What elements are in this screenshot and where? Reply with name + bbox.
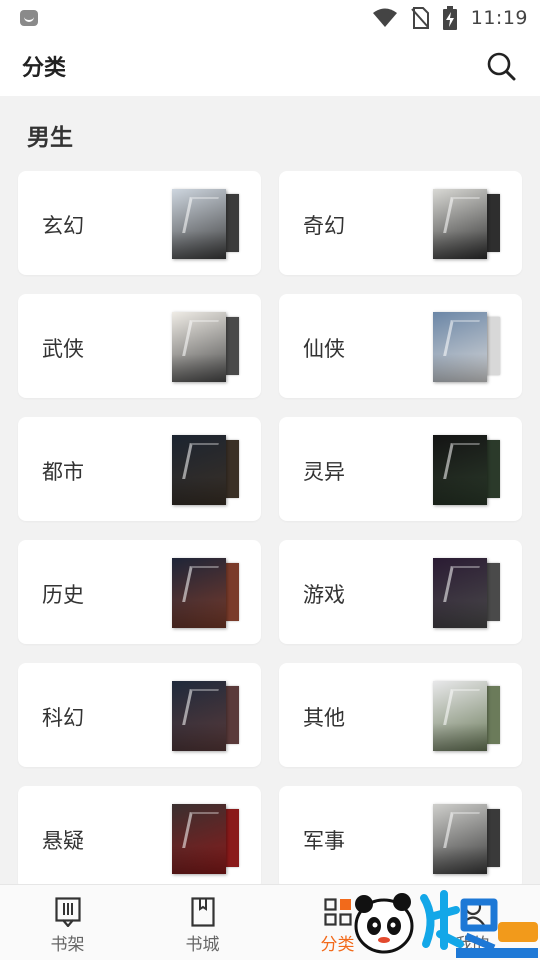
book-cover-stack [172, 681, 242, 753]
category-label: 军事 [303, 829, 345, 853]
category-label: 奇幻 [303, 214, 345, 238]
book-cover-stack [172, 804, 242, 876]
category-label: 历史 [42, 583, 84, 607]
book-cover-stack [172, 312, 242, 384]
book-cover-front [433, 804, 487, 874]
bookshelf-icon [54, 897, 82, 927]
tab-bookstore[interactable]: 书城 [135, 885, 270, 960]
category-label: 其他 [303, 706, 345, 730]
status-time: 11:19 [470, 7, 528, 29]
category-card[interactable]: 都市 [18, 417, 261, 521]
section-title-male: 男生 [27, 125, 73, 151]
book-cover-front [172, 189, 226, 259]
search-button[interactable] [484, 49, 518, 83]
category-label: 武侠 [42, 337, 84, 361]
book-cover-front [172, 804, 226, 874]
category-card[interactable]: 奇幻 [279, 171, 522, 275]
category-label: 都市 [42, 460, 84, 484]
no-sim-icon [410, 7, 429, 29]
book-cover-stack [172, 189, 242, 261]
search-icon [487, 52, 516, 81]
category-card[interactable]: 游戏 [279, 540, 522, 644]
book-cover-back [485, 686, 500, 744]
book-cover-stack [433, 681, 503, 753]
book-cover-front [433, 558, 487, 628]
wifi-icon [372, 8, 397, 27]
category-label: 玄幻 [42, 214, 84, 238]
book-cover-front [433, 435, 487, 505]
book-cover-front [172, 312, 226, 382]
book-cover-back [224, 194, 239, 252]
book-cover-back [224, 686, 239, 744]
book-cover-front [433, 681, 487, 751]
book-cover-stack [172, 558, 242, 630]
book-cover-front [172, 681, 226, 751]
app-header: 分类 [0, 36, 540, 96]
category-card[interactable]: 灵异 [279, 417, 522, 521]
battery-charging-icon [442, 6, 457, 30]
book-cover-back [485, 317, 500, 375]
category-card[interactable]: 军事 [279, 786, 522, 884]
book-cover-front [433, 312, 487, 382]
book-cover-front [172, 558, 226, 628]
category-label: 灵异 [303, 460, 345, 484]
category-label: 悬疑 [42, 829, 84, 853]
book-cover-stack [433, 312, 503, 384]
site-watermark-logo [354, 890, 538, 958]
tab-label: 书城 [185, 935, 220, 955]
status-right-group: 11:19 [372, 6, 528, 30]
category-card[interactable]: 科幻 [18, 663, 261, 767]
tab-bookshelf[interactable]: 书架 [0, 885, 135, 960]
category-card[interactable]: 历史 [18, 540, 261, 644]
book-cover-stack [433, 189, 503, 261]
category-label: 仙侠 [303, 337, 345, 361]
app-notification-icon [20, 10, 38, 26]
category-card[interactable]: 仙侠 [279, 294, 522, 398]
category-card[interactable]: 悬疑 [18, 786, 261, 884]
category-card[interactable]: 其他 [279, 663, 522, 767]
status-bar: 11:19 [0, 0, 540, 36]
book-cover-stack [433, 558, 503, 630]
category-card[interactable]: 玄幻 [18, 171, 261, 275]
book-cover-stack [433, 804, 503, 876]
category-label: 科幻 [42, 706, 84, 730]
book-cover-back [485, 440, 500, 498]
book-cover-back [224, 440, 239, 498]
book-cover-back [485, 563, 500, 621]
category-grid: 玄幻 奇幻武侠 仙侠都市 灵异历史 游戏科幻 其他悬疑 军事 [18, 171, 522, 884]
book-cover-back [224, 809, 239, 867]
book-cover-stack [433, 435, 503, 507]
page-title: 分类 [22, 56, 67, 81]
book-cover-front [433, 189, 487, 259]
book-cover-stack [172, 435, 242, 507]
category-card[interactable]: 武侠 [18, 294, 261, 398]
tab-label: 书架 [50, 935, 85, 955]
book-cover-back [224, 317, 239, 375]
book-cover-back [224, 563, 239, 621]
category-label: 游戏 [303, 583, 345, 607]
book-cover-front [172, 435, 226, 505]
bookstore-icon [189, 897, 217, 927]
book-cover-back [485, 194, 500, 252]
book-cover-back [485, 809, 500, 867]
category-content[interactable]: 男生 玄幻 奇幻武侠 仙侠都市 灵异历史 游戏科幻 其他悬疑 军事 [0, 96, 540, 884]
